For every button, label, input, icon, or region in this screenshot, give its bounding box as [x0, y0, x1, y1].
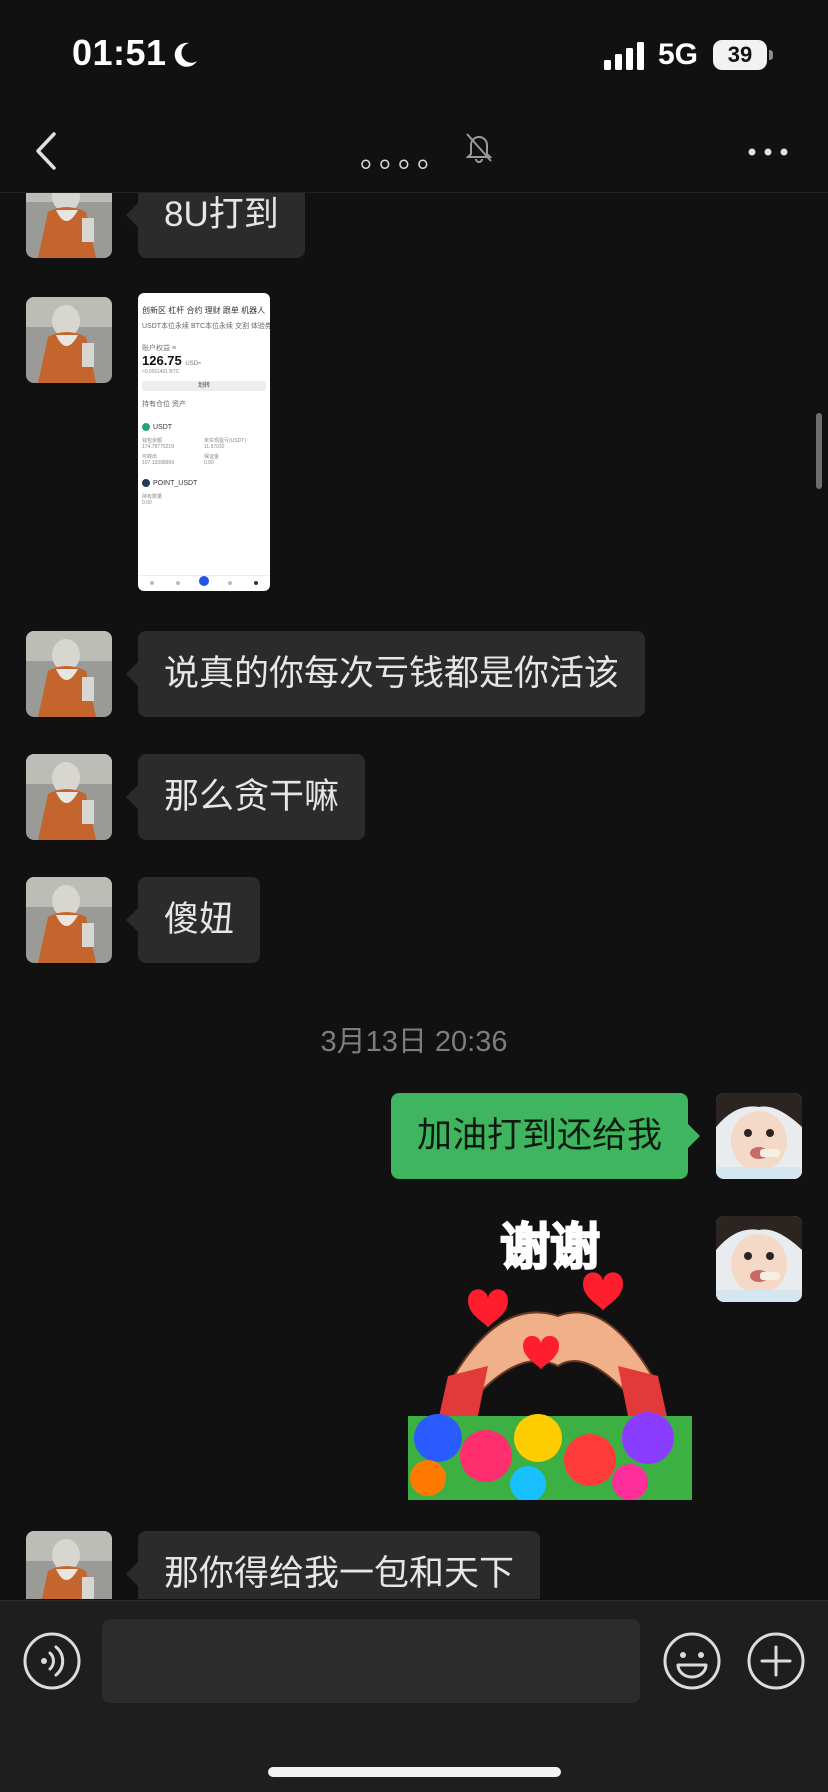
battery-cap	[769, 50, 773, 60]
avatar-self[interactable]	[716, 1093, 802, 1179]
signal-icon	[604, 42, 644, 70]
message-bubble[interactable]: 那你得给我一包和天下	[125, 1531, 541, 1599]
thumb-small: 持有数量	[142, 494, 163, 500]
thumb-small: 钱包余额	[142, 438, 163, 444]
nav-bar: 。。。。	[0, 110, 828, 193]
message-bubble[interactable]: 傻妞	[125, 877, 261, 963]
status-time: 01:51	[72, 32, 167, 73]
thumb-coin-usdt: USDT	[142, 423, 172, 431]
message-input[interactable]	[102, 1619, 640, 1703]
thumb-small: 0.00	[204, 460, 214, 466]
emoji-icon[interactable]	[662, 1631, 722, 1691]
chat-title: 。。。。	[360, 141, 451, 174]
thumb-coin-usdt-label: USDT	[153, 423, 173, 431]
thumb-small: 174.78775219	[142, 444, 174, 450]
scroll-indicator[interactable]	[816, 413, 822, 489]
message-bubble[interactable]: 8U打到	[126, 193, 305, 258]
thumb-small: 107.13398999	[142, 460, 174, 466]
thumb-small: 11.97032	[204, 444, 225, 450]
status-bar: 01:51 5G 39	[0, 0, 828, 110]
avatar[interactable]	[26, 877, 112, 963]
avatar[interactable]	[26, 1531, 112, 1599]
avatar[interactable]	[26, 193, 112, 258]
thumb-value-number: 126.75	[142, 353, 182, 368]
bell-slash-icon	[465, 133, 493, 163]
avatar[interactable]	[26, 631, 112, 717]
message-bubble[interactable]: 说真的你每次亏钱都是你活该	[125, 631, 646, 717]
home-indicator	[268, 1767, 561, 1777]
voice-icon[interactable]	[22, 1631, 82, 1691]
more-dots-icon[interactable]	[746, 132, 790, 172]
input-bar	[0, 1600, 828, 1792]
battery-level: 39	[713, 40, 767, 70]
thumb-small: 可转出	[142, 454, 158, 460]
thumb-asset-tabs: 持有仓位 资产	[142, 401, 186, 408]
thumb-subtabs: USDT本位永续 BTC本位永续 交割 体验券	[142, 323, 270, 330]
image-message[interactable]: 创新区 杠杆 合约 理财 跟单 机器人 USDT本位永续 BTC本位永续 交割 …	[138, 293, 270, 591]
thumb-small: 未实现盈亏(USDT)	[204, 438, 246, 444]
avatar[interactable]	[26, 297, 112, 383]
thumb-coin-point: POINT_USDT	[142, 479, 197, 487]
avatar-self[interactable]	[716, 1216, 802, 1302]
timestamp-divider: 3月13日 20:36	[320, 1026, 508, 1058]
thumb-label: 账户权益 ≡	[142, 345, 177, 352]
thumb-coin-point-label: POINT_USDT	[153, 479, 198, 487]
avatar[interactable]	[26, 754, 112, 840]
back-icon[interactable]	[30, 126, 64, 176]
sticker-text: 谢谢	[500, 1218, 600, 1276]
message-bubble[interactable]: 那么贪干嘛	[125, 754, 366, 840]
message-bubble-outgoing[interactable]: 加油打到还给我	[390, 1093, 701, 1179]
sticker-message[interactable]: 谢谢	[408, 1216, 692, 1502]
thumb-button: 划转	[142, 381, 266, 391]
thumb-value-unit: USD≈	[185, 361, 202, 367]
thumb-btc-line: ≈0.0011401 BTC	[142, 369, 180, 375]
thumb-tabs: 创新区 杠杆 合约 理财 跟单 机器人	[142, 306, 266, 315]
moon-icon	[174, 42, 197, 67]
thumb-small: 保证金	[204, 454, 220, 460]
thumb-value: 126.75 USD≈	[142, 353, 201, 368]
plus-circle-icon[interactable]	[746, 1631, 806, 1691]
network-label: 5G	[658, 38, 699, 71]
chat-screen: 01:51 5G 39 。。。。 8U打到 创新区 杠杆 合约 理财 跟单 机器…	[0, 0, 828, 1792]
thumb-bottom-nav	[138, 575, 270, 586]
battery-indicator: 39	[713, 40, 773, 70]
thumb-small: 0.00	[142, 500, 152, 506]
message-list[interactable]: 8U打到 创新区 杠杆 合约 理财 跟单 机器人 USDT本位永续 BTC本位永…	[0, 193, 828, 1599]
